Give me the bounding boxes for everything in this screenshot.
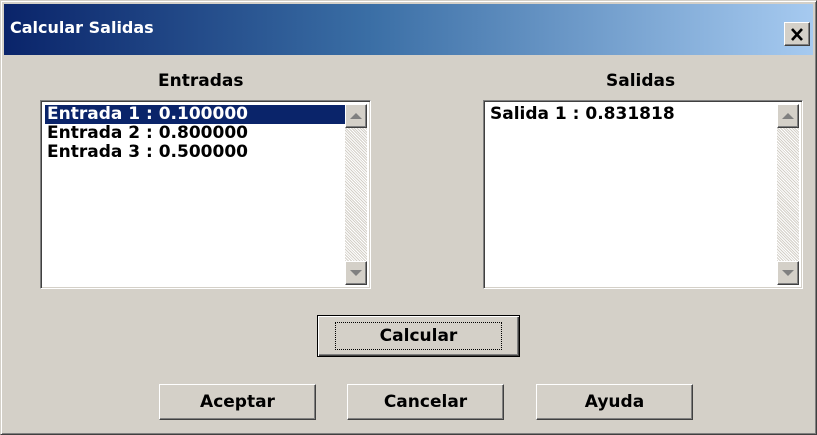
close-icon <box>791 27 803 41</box>
salidas-label: Salidas <box>606 71 676 91</box>
up-arrow-icon <box>350 113 362 119</box>
dialog-window: Calcular Salidas Entradas Salidas Entrad… <box>0 0 817 435</box>
list-item[interactable]: Salida 1 : 0.831818 <box>488 105 778 124</box>
salidas-list: Salida 1 : 0.831818 <box>488 105 778 124</box>
scroll-up-button[interactable] <box>345 104 367 128</box>
calcular-button[interactable]: Calcular <box>317 315 520 357</box>
aceptar-button[interactable]: Aceptar <box>159 384 316 420</box>
up-arrow-icon <box>782 113 794 119</box>
scroll-up-button[interactable] <box>777 104 799 128</box>
entradas-label: Entradas <box>158 71 244 91</box>
cancelar-button[interactable]: Cancelar <box>347 384 504 420</box>
entradas-scrollbar[interactable] <box>345 104 367 285</box>
down-arrow-icon <box>350 270 362 276</box>
scroll-down-button[interactable] <box>345 261 367 285</box>
salidas-listbox[interactable]: Salida 1 : 0.831818 <box>483 100 803 289</box>
aceptar-button-label: Aceptar <box>200 392 275 412</box>
close-button[interactable] <box>784 22 810 46</box>
salidas-scrollbar[interactable] <box>777 104 799 285</box>
list-item[interactable]: Entrada 2 : 0.800000 <box>45 124 346 143</box>
entradas-listbox[interactable]: Entrada 1 : 0.100000 Entrada 2 : 0.80000… <box>40 100 371 289</box>
title-bar[interactable]: Calcular Salidas <box>4 4 813 55</box>
scroll-down-button[interactable] <box>777 261 799 285</box>
window-title: Calcular Salidas <box>10 18 154 37</box>
entradas-list: Entrada 1 : 0.100000 Entrada 2 : 0.80000… <box>45 105 346 162</box>
list-item[interactable]: Entrada 3 : 0.500000 <box>45 143 346 162</box>
cancelar-button-label: Cancelar <box>383 392 468 412</box>
calcular-button-label: Calcular <box>334 322 503 350</box>
down-arrow-icon <box>782 270 794 276</box>
ayuda-button[interactable]: Ayuda <box>536 384 693 420</box>
list-item[interactable]: Entrada 1 : 0.100000 <box>45 105 346 124</box>
ayuda-button-label: Ayuda <box>584 392 645 412</box>
